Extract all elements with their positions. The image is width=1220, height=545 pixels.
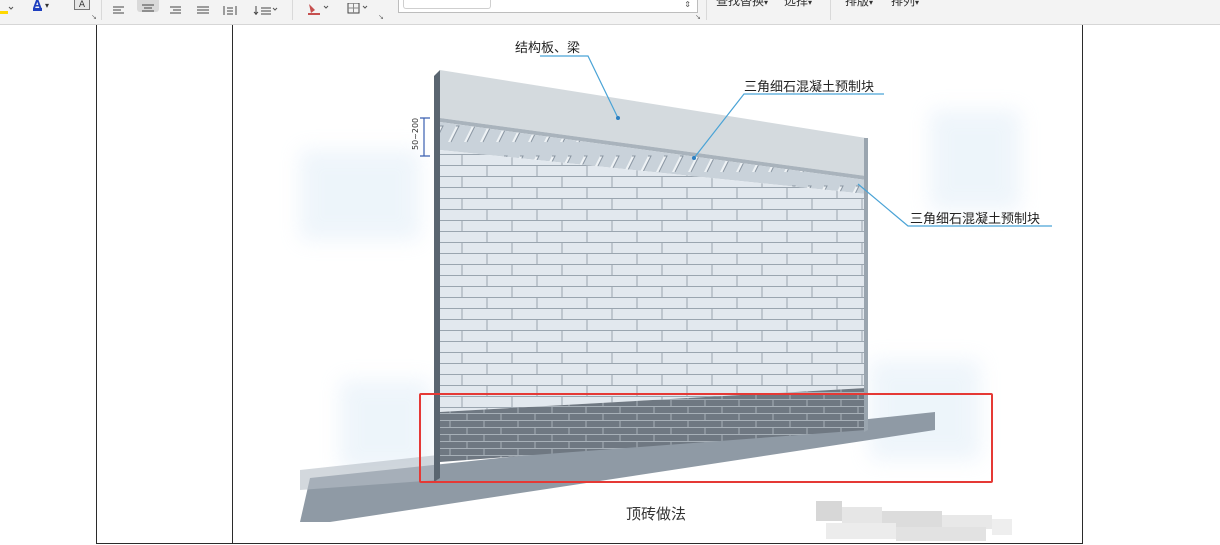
redacted-area <box>816 501 1012 541</box>
highlight-box <box>419 393 993 483</box>
figure-caption: 顶砖做法 <box>626 505 687 523</box>
triangle-block-label-right: 三角细石混凝土预制块 <box>910 211 1040 227</box>
slab-beam-label: 结构板、梁 <box>515 41 580 56</box>
triangle-block-label-top: 三角细石混凝土预制块 <box>744 79 874 95</box>
wall-right-edge <box>864 138 868 432</box>
table-border-right <box>1082 25 1083 544</box>
table-border-bottom <box>96 543 1083 544</box>
dimension-label: 50~200 <box>411 118 420 150</box>
dimension-marker: 50~200 <box>411 117 430 157</box>
table-border-left <box>96 25 97 544</box>
leader-dot <box>692 156 696 160</box>
leader-dot <box>616 116 620 120</box>
brick-wall <box>440 150 866 412</box>
table-border-middle <box>232 25 233 544</box>
